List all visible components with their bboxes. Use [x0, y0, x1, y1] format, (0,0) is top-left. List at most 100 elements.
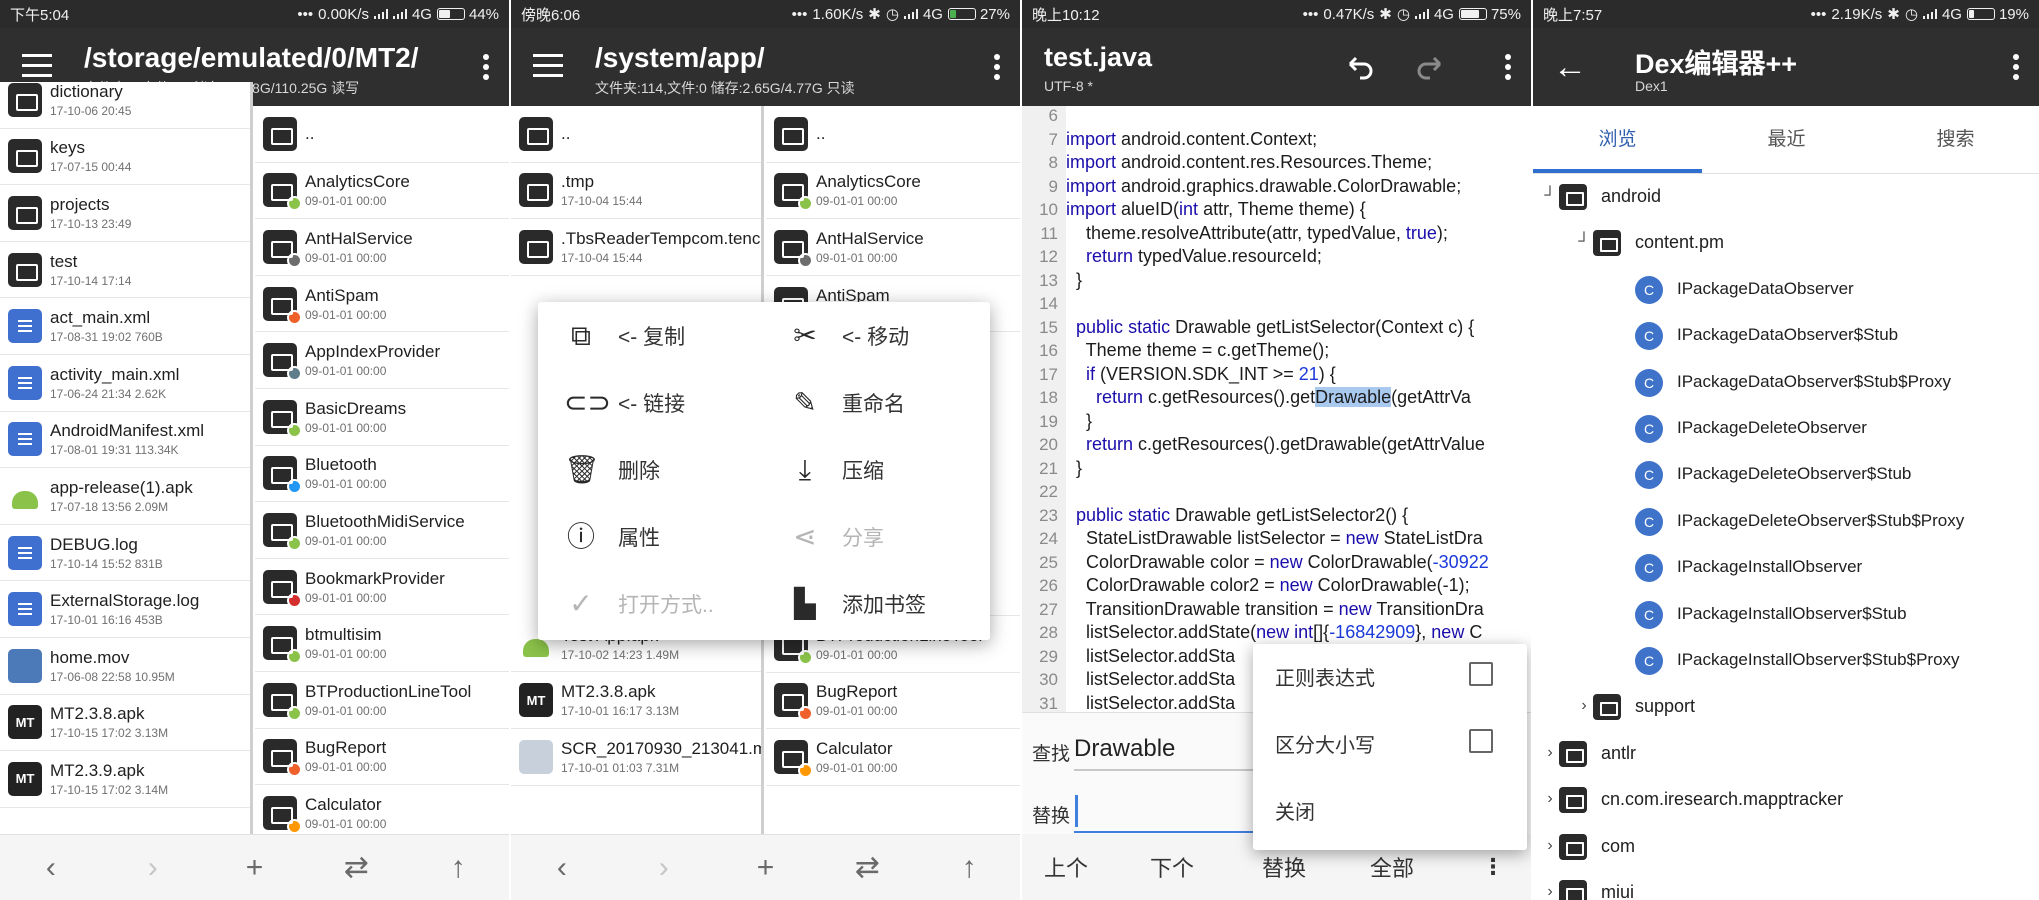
- folder-row[interactable]: BasicDreams 09-01-01 00:00: [255, 389, 509, 446]
- menu-icon[interactable]: [533, 54, 563, 78]
- class-node[interactable]: C IPackageDataObserver$Stub: [1533, 313, 2039, 359]
- folder-row[interactable]: BookmarkProvider 09-01-01 00:00: [255, 559, 509, 616]
- checkbox[interactable]: [1469, 729, 1493, 753]
- overflow-menu-icon[interactable]: [2013, 54, 2019, 80]
- context-menu-item[interactable]: ⊂⊃ <- 链接: [542, 369, 762, 437]
- class-node[interactable]: C IPackageInstallObserver$Stub$Proxy: [1533, 638, 2039, 684]
- folder-row[interactable]: ..: [255, 106, 509, 163]
- context-menu-item[interactable]: ⓘ 属性: [542, 503, 762, 571]
- folder-row[interactable]: ..: [511, 106, 761, 163]
- replace-button[interactable]: 替换: [1262, 851, 1306, 883]
- class-node[interactable]: C IPackageInstallObserver$Stub: [1533, 592, 2039, 638]
- class-icon: C: [1635, 600, 1663, 629]
- package-node[interactable]: ┘ android: [1533, 174, 2039, 220]
- file-row[interactable]: ExternalStorage.log 17-10-01 16:16 453B: [0, 581, 250, 638]
- context-menu-item[interactable]: ⧉ <- 复制: [542, 302, 762, 370]
- context-menu-item[interactable]: ✎ 重命名: [766, 369, 986, 437]
- tab-browse[interactable]: 浏览: [1533, 106, 1702, 174]
- file-row[interactable]: app-release(1).apk 17-07-18 13:56 2.09M: [0, 468, 250, 525]
- folder-row[interactable]: AppIndexProvider 09-01-01 00:00: [255, 332, 509, 389]
- folder-row[interactable]: .TbsReaderTempcom.tencent.mobileqq 17-10-…: [511, 219, 761, 276]
- expand-chevron-icon[interactable]: ›: [1543, 883, 1557, 900]
- package-node[interactable]: › cn.com.iresearch.mapptracker: [1533, 777, 2039, 823]
- class-node[interactable]: C IPackageDeleteObserver$Stub: [1533, 452, 2039, 498]
- tab-search[interactable]: 搜索: [1871, 106, 2039, 174]
- folder-row[interactable]: Calculator 09-01-01 00:00: [255, 785, 509, 834]
- folder-row[interactable]: AntHalService 09-01-01 00:00: [255, 219, 509, 276]
- back-arrow-icon[interactable]: ‹: [31, 851, 71, 885]
- expand-chevron-icon[interactable]: ›: [1543, 744, 1557, 762]
- overflow-menu-icon[interactable]: [994, 54, 1000, 80]
- package-node[interactable]: › antlr: [1533, 731, 2039, 777]
- file-row[interactable]: MT MT2.3.8.apk 17-10-15 17:02 3.13M: [0, 695, 250, 752]
- file-row[interactable]: MT MT2.3.8.apk 17-10-01 16:17 3.13M: [511, 672, 761, 729]
- add-icon[interactable]: +: [234, 851, 274, 885]
- package-node[interactable]: › support: [1533, 684, 2039, 730]
- forward-arrow-icon[interactable]: ›: [644, 851, 684, 885]
- overflow-menu-icon[interactable]: [483, 54, 489, 80]
- folder-row[interactable]: Bluetooth 09-01-01 00:00: [255, 446, 509, 503]
- folder-row[interactable]: test 17-10-14 17:14: [0, 242, 250, 299]
- up-arrow-icon[interactable]: ↑: [438, 851, 478, 885]
- more-options-icon[interactable]: ⋮: [1482, 854, 1504, 880]
- checkbox[interactable]: [1469, 662, 1493, 686]
- next-button[interactable]: 下个: [1150, 851, 1194, 883]
- popup-option-label[interactable]: 关闭: [1275, 796, 1315, 825]
- swap-icon[interactable]: ⇄: [336, 850, 376, 885]
- folder-row[interactable]: BugReport 09-01-01 00:00: [255, 729, 509, 786]
- file-row[interactable]: MT MT2.3.9.apk 17-10-15 17:02 3.14M: [0, 751, 250, 808]
- folder-row[interactable]: .tmp 17-10-04 15:44: [511, 163, 761, 220]
- collapse-chevron-icon[interactable]: ┘: [1543, 187, 1557, 205]
- up-arrow-icon[interactable]: ↑: [949, 851, 989, 885]
- find-input[interactable]: Drawable: [1074, 735, 1175, 763]
- class-node[interactable]: C IPackageDataObserver: [1533, 267, 2039, 313]
- package-node[interactable]: › com: [1533, 824, 2039, 870]
- folder-row[interactable]: Calculator 09-01-01 00:00: [766, 729, 1020, 786]
- folder-row[interactable]: AntHalService 09-01-01 00:00: [766, 219, 1020, 276]
- context-menu-item[interactable]: ✂ <- 移动: [766, 302, 986, 370]
- class-node[interactable]: C IPackageDeleteObserver$Stub$Proxy: [1533, 499, 2039, 545]
- add-icon[interactable]: +: [745, 851, 785, 885]
- menu-icon[interactable]: [22, 54, 52, 78]
- class-node[interactable]: C IPackageInstallObserver: [1533, 545, 2039, 591]
- folder-row[interactable]: keys 17-07-15 00:44: [0, 129, 250, 186]
- overflow-menu-icon[interactable]: [1505, 54, 1511, 80]
- file-row[interactable]: act_main.xml 17-08-31 19:02 760B: [0, 298, 250, 355]
- file-row[interactable]: SCR_20170930_213041.mp4 17-10-01 01:03 7.…: [511, 729, 761, 786]
- package-node[interactable]: ┘ content.pm: [1533, 220, 2039, 266]
- context-menu-item[interactable]: ⤓ 压缩: [766, 436, 986, 504]
- undo-icon[interactable]: [1342, 50, 1376, 84]
- forward-arrow-icon[interactable]: ›: [133, 851, 173, 885]
- folder-row[interactable]: ..: [766, 106, 1020, 163]
- package-node[interactable]: › miui: [1533, 870, 2039, 900]
- file-row[interactable]: home.mov 17-06-08 22:58 10.95M: [0, 638, 250, 695]
- previous-button[interactable]: 上个: [1044, 851, 1088, 883]
- folder-row[interactable]: btmultisim 09-01-01 00:00: [255, 615, 509, 672]
- context-menu-item[interactable]: ▙ 添加书签: [766, 570, 986, 638]
- folder-row[interactable]: projects 17-10-13 23:49: [0, 185, 250, 242]
- back-arrow-icon[interactable]: ‹: [542, 851, 582, 885]
- tab-recent[interactable]: 最近: [1702, 106, 1871, 174]
- folder-row[interactable]: AnalyticsCore 09-01-01 00:00: [766, 163, 1020, 220]
- class-node[interactable]: C IPackageDeleteObserver: [1533, 406, 2039, 452]
- code-editor[interactable]: 6 7 import android.content.Context; 8 import…: [1022, 106, 1531, 712]
- expand-chevron-icon[interactable]: ›: [1577, 697, 1591, 715]
- class-node[interactable]: C IPackageDataObserver$Stub$Proxy: [1533, 360, 2039, 406]
- file-row[interactable]: AndroidManifest.xml 17-08-01 19:31 113.34…: [0, 412, 250, 469]
- folder-row[interactable]: AnalyticsCore 09-01-01 00:00: [255, 163, 509, 220]
- folder-row[interactable]: BTProductionLineTool 09-01-01 00:00: [255, 672, 509, 729]
- redo-icon[interactable]: [1414, 50, 1448, 84]
- replace-all-button[interactable]: 全部: [1370, 851, 1414, 883]
- collapse-chevron-icon[interactable]: ┘: [1577, 233, 1591, 251]
- file-row[interactable]: activity_main.xml 17-06-24 21:34 2.62K: [0, 355, 250, 412]
- expand-chevron-icon[interactable]: ›: [1543, 837, 1557, 855]
- back-arrow-icon[interactable]: ←: [1553, 50, 1589, 86]
- folder-row[interactable]: AntiSpam 09-01-01 00:00: [255, 276, 509, 333]
- context-menu-item[interactable]: 🗑 删除: [542, 436, 762, 504]
- swap-icon[interactable]: ⇄: [847, 850, 887, 885]
- folder-row[interactable]: dictionary 17-10-06 20:45: [0, 82, 250, 129]
- folder-row[interactable]: BluetoothMidiService 09-01-01 00:00: [255, 502, 509, 559]
- folder-row[interactable]: BugReport 09-01-01 00:00: [766, 673, 1020, 730]
- file-row[interactable]: DEBUG.log 17-10-14 15:52 831B: [0, 525, 250, 582]
- expand-chevron-icon[interactable]: ›: [1543, 790, 1557, 808]
